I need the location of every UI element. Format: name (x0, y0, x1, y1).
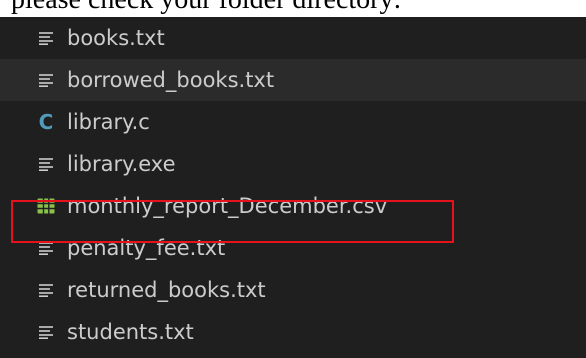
file-row-students-txt[interactable]: students.txt (0, 311, 586, 353)
lines-icon (35, 69, 57, 91)
file-row-penalty-fee-txt[interactable]: penalty_fee.txt (0, 227, 586, 269)
lines-icon (35, 237, 57, 259)
file-row-library-c[interactable]: C library.c (0, 101, 586, 143)
file-row-returned-books-txt[interactable]: returned_books.txt (0, 269, 586, 311)
file-name: library.c (67, 110, 150, 134)
file-row-books-txt[interactable]: books.txt (0, 17, 586, 59)
file-name: monthly_report_December.csv (67, 194, 388, 218)
lines-icon (35, 153, 57, 175)
lines-icon (35, 279, 57, 301)
c-language-icon: C (35, 111, 57, 133)
lines-icon (35, 321, 57, 343)
file-row-borrowed-books-txt[interactable]: borrowed_books.txt (0, 59, 586, 101)
c-icon-letter: C (38, 110, 54, 134)
file-name: library.exe (67, 152, 176, 176)
caption-text: please check your folder directory: (11, 0, 401, 15)
file-name: books.txt (67, 26, 165, 50)
file-name: returned_books.txt (67, 278, 266, 302)
file-name: borrowed_books.txt (67, 68, 275, 92)
caption-strip: please check your folder directory: (0, 0, 586, 17)
file-row-library-exe[interactable]: library.exe (0, 143, 586, 185)
file-explorer: books.txt borrowed_books.txt C library.c… (0, 17, 586, 358)
file-name: students.txt (67, 320, 194, 344)
file-row-monthly-report-december-csv[interactable]: monthly_report_December.csv (0, 185, 586, 227)
lines-icon (35, 27, 57, 49)
file-name: penalty_fee.txt (67, 236, 226, 260)
csv-table-icon (35, 195, 57, 217)
